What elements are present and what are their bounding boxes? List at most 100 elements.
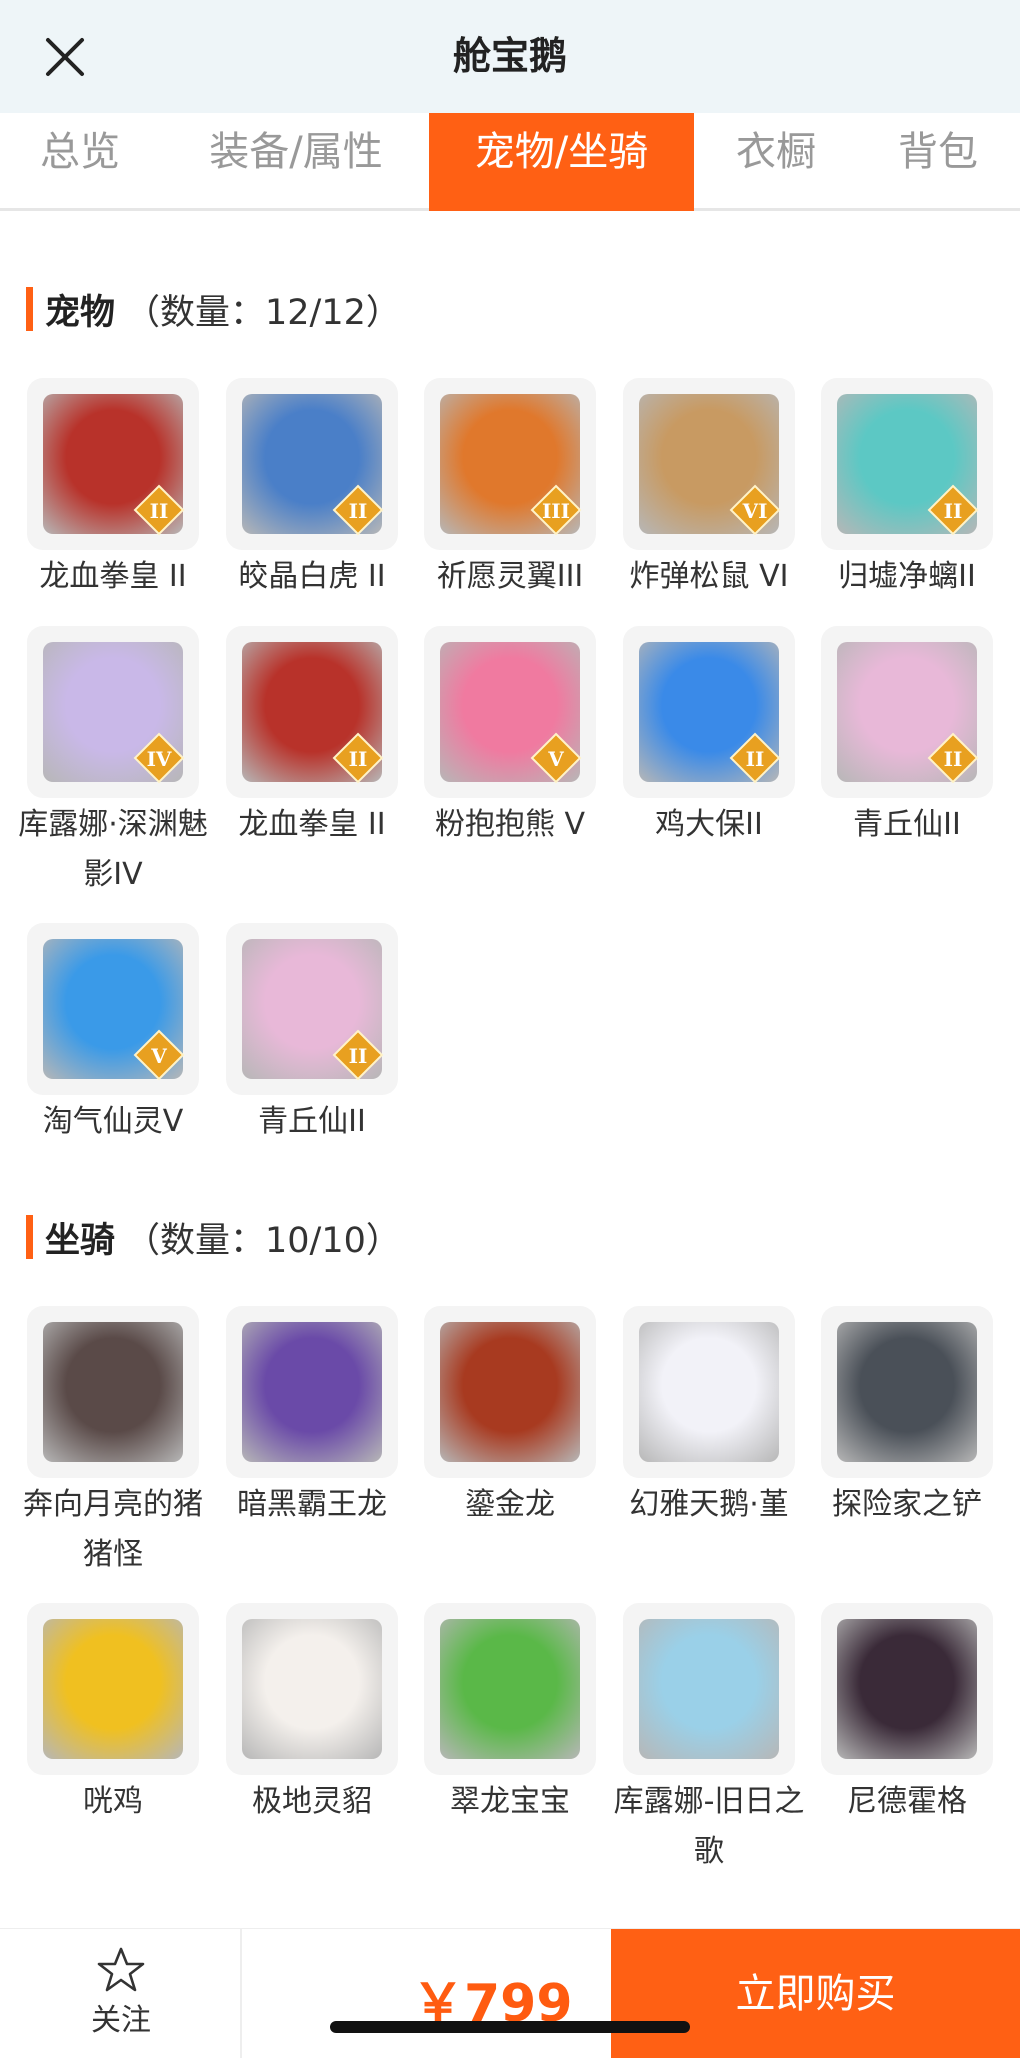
- pet-thumbnail: II: [226, 378, 398, 550]
- mount-thumbnail: [623, 1603, 795, 1775]
- mount-name: 尼德霍格: [847, 1784, 967, 1819]
- mount-thumbnail: [424, 1603, 596, 1775]
- mount-name: 幻雅天鹅·堇: [629, 1487, 789, 1522]
- mounts-section-title: 坐骑: [45, 1220, 116, 1261]
- shovel-icon: [837, 1322, 977, 1462]
- mount-name: 极地灵貂: [252, 1784, 372, 1819]
- tier-badge-icon: VI: [729, 484, 781, 536]
- yellow-chick-icon: [43, 1619, 183, 1759]
- tab-overview[interactable]: 总览: [0, 113, 160, 211]
- pet-name: 祈愿灵翼III: [436, 559, 584, 594]
- tab-equipment[interactable]: 装备/属性: [180, 113, 412, 211]
- mount-thumbnail: [821, 1306, 993, 1478]
- pet-name: 炸弹松鼠 VI: [629, 559, 789, 594]
- tier-badge-icon: II: [729, 732, 781, 784]
- tab-backpack[interactable]: 背包: [872, 113, 1004, 211]
- pets-section-header: 宠物 （数量：12/12）: [26, 286, 401, 333]
- tier-label: V: [150, 1044, 167, 1068]
- mount-thumbnail: [821, 1603, 993, 1775]
- tier-badge-icon: III: [530, 484, 582, 536]
- tier-badge-icon: V: [530, 732, 582, 784]
- tier-badge-icon: II: [332, 732, 384, 784]
- tier-badge-icon: IV: [133, 732, 185, 784]
- star-icon: [97, 1947, 145, 1992]
- pet-name: 粉抱抱熊 V: [434, 807, 586, 842]
- bottom-action-bar: 关注 ￥799 立即购买: [0, 1928, 1020, 2058]
- pet-thumbnail: II: [821, 378, 993, 550]
- dark-trex-icon: [242, 1322, 382, 1462]
- follow-button[interactable]: 关注: [0, 1929, 242, 2058]
- pet-name: 归墟净螭II: [838, 559, 976, 594]
- swan-icon: [639, 1322, 779, 1462]
- black-dragon-icon: [837, 1619, 977, 1759]
- tier-badge-icon: II: [927, 732, 979, 784]
- tier-badge-icon: II: [133, 484, 185, 536]
- mount-thumbnail: [226, 1603, 398, 1775]
- mounts-count: （数量：10/10）: [125, 1220, 401, 1261]
- tier-label: IV: [147, 747, 172, 771]
- top-bar: 舱宝鹅: [0, 0, 1020, 113]
- mount-thumbnail: [226, 1306, 398, 1478]
- follow-label: 关注: [91, 2003, 151, 2038]
- tier-label: VI: [742, 499, 768, 523]
- mount-name: 暗黑霸王龙: [237, 1487, 387, 1522]
- tier-label: II: [944, 499, 963, 523]
- tier-label: II: [349, 499, 368, 523]
- pet-name: 青丘仙II: [258, 1104, 366, 1139]
- pet-thumbnail: II: [623, 626, 795, 798]
- mount-thumbnail: [623, 1306, 795, 1478]
- close-icon[interactable]: [40, 32, 90, 82]
- pet-name: 淘气仙灵V: [42, 1104, 184, 1139]
- home-indicator: [330, 2021, 690, 2033]
- polar-mink-icon: [242, 1619, 382, 1759]
- pet-thumbnail: V: [27, 923, 199, 1095]
- green-dragon-icon: [440, 1619, 580, 1759]
- buy-now-button[interactable]: 立即购买: [611, 1929, 1020, 2058]
- pet-thumbnail: III: [424, 378, 596, 550]
- tier-badge-icon: II: [332, 484, 384, 536]
- pet-name: 青丘仙II: [853, 807, 961, 842]
- gold-dragon-icon: [440, 1322, 580, 1462]
- pet-thumbnail: VI: [623, 378, 795, 550]
- tier-label: II: [746, 747, 765, 771]
- pet-name: 龙血拳皇 II: [39, 559, 187, 594]
- pet-thumbnail: II: [821, 626, 993, 798]
- tier-label: III: [542, 499, 570, 523]
- pet-thumbnail: V: [424, 626, 596, 798]
- pet-name: 龙血拳皇 II: [238, 807, 386, 842]
- section-accent-bar: [26, 1215, 33, 1259]
- mount-name: 翠龙宝宝: [450, 1784, 570, 1819]
- tab-pets-mounts[interactable]: 宠物/坐骑: [429, 113, 694, 211]
- tier-label: II: [944, 747, 963, 771]
- pet-thumbnail: IV: [27, 626, 199, 798]
- pet-name: 库露娜·深渊魅影IV: [18, 807, 208, 892]
- tab-wardrobe[interactable]: 衣橱: [712, 113, 840, 211]
- mount-name: 探险家之铲: [832, 1487, 982, 1522]
- cloud-girl-icon: [639, 1619, 779, 1759]
- section-accent-bar: [26, 287, 33, 331]
- tier-badge-icon: V: [133, 1029, 185, 1081]
- pet-thumbnail: II: [27, 378, 199, 550]
- mounts-section-header: 坐骑 （数量：10/10）: [26, 1214, 401, 1261]
- tier-badge-icon: II: [927, 484, 979, 536]
- tier-label: II: [349, 747, 368, 771]
- mount-name: 鎏金龙: [465, 1487, 555, 1522]
- mount-name: 咣鸡: [83, 1784, 143, 1819]
- pet-thumbnail: II: [226, 626, 398, 798]
- tab-bar: 总览 装备/属性 宠物/坐骑 衣橱 背包: [0, 113, 1020, 211]
- mount-thumbnail: [27, 1603, 199, 1775]
- mount-name: 奔向月亮的猪猪怪: [23, 1487, 203, 1572]
- pet-thumbnail: II: [226, 923, 398, 1095]
- page-title: 舱宝鹅: [452, 34, 567, 78]
- pet-name: 鸡大保II: [655, 807, 763, 842]
- pet-name: 皎晶白虎 II: [238, 559, 386, 594]
- tier-badge-icon: II: [332, 1029, 384, 1081]
- pets-section-title: 宠物: [45, 292, 116, 333]
- mount-name: 库露娜-旧日之歌: [613, 1784, 805, 1869]
- tier-label: II: [150, 499, 169, 523]
- tier-label: II: [349, 1044, 368, 1068]
- mount-thumbnail: [424, 1306, 596, 1478]
- tier-label: V: [547, 747, 564, 771]
- moon-pig-icon: [43, 1322, 183, 1462]
- pets-count: （数量：12/12）: [125, 292, 401, 333]
